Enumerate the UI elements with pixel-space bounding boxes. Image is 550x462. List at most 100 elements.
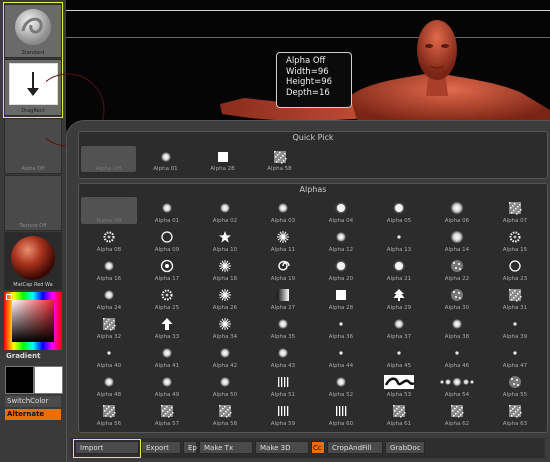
alpha-cell-alpha-12[interactable]: Alpha 12 [313, 226, 369, 253]
alpha-cell-alpha-59[interactable]: Alpha 59 [255, 400, 311, 427]
color-saturation-square[interactable] [12, 300, 54, 342]
export-button[interactable]: Export [141, 441, 181, 454]
alpha-cell-alpha-46[interactable]: Alpha 46 [429, 342, 485, 369]
matcap-material-button[interactable]: MatCap Red Wa [4, 232, 62, 290]
alpha-cell-alpha-40[interactable]: Alpha 40 [81, 342, 137, 369]
quick-pick-alpha-58[interactable]: Alpha 58 [252, 146, 307, 172]
spot-icon [334, 258, 348, 272]
secondary-color-swatch[interactable] [34, 366, 63, 394]
alpha-cell-alpha-61[interactable]: Alpha 61 [371, 400, 427, 427]
gear-icon [508, 229, 522, 243]
alpha-cell-alpha-45[interactable]: Alpha 45 [371, 342, 427, 369]
soft-icon [160, 200, 174, 214]
alpha-cell-alpha-35[interactable]: Alpha 35 [255, 313, 311, 340]
alpha-cell-alpha-50[interactable]: Alpha 50 [197, 371, 253, 398]
arrow-icon [160, 316, 174, 330]
alpha-palette: Quick Pick Alpha Off Alpha 01 Alpha 28 Alph… [66, 120, 550, 462]
alpha-cell-alpha-06[interactable]: Alpha 06 [429, 197, 485, 224]
alpha-cell-alpha-53[interactable]: Alpha 53 [371, 371, 427, 398]
alpha-cell-alpha-22[interactable]: Alpha 22 [429, 255, 485, 282]
alpha-cell-alpha-42[interactable]: Alpha 42 [197, 342, 253, 369]
alpha-cell-alpha-14[interactable]: Alpha 14 [429, 226, 485, 253]
alpha-cell-alpha-57[interactable]: Alpha 57 [139, 400, 195, 427]
alpha-cell-alpha-34[interactable]: Alpha 34 [197, 313, 253, 340]
alpha-cell-alpha-39[interactable]: Alpha 39 [487, 313, 543, 340]
alpha-cell-alpha-23[interactable]: Alpha 23 [487, 255, 543, 282]
alpha-cell-alpha-02[interactable]: Alpha 02 [197, 197, 253, 224]
grab-doc-button[interactable]: GrabDoc [385, 441, 425, 454]
alpha-label: Alpha 38 [444, 334, 470, 340]
quick-pick-alpha-off[interactable]: Alpha Off [81, 146, 136, 172]
alpha-cell-alpha-29[interactable]: Alpha 29 [371, 284, 427, 311]
alpha-cell-alpha-28[interactable]: Alpha 28 [313, 284, 369, 311]
alpha-cell-alpha-09[interactable]: Alpha 09 [139, 226, 195, 253]
quick-pick-alpha-28[interactable]: Alpha 28 [195, 146, 250, 172]
alpha-cell-alpha-01[interactable]: Alpha 01 [139, 197, 195, 224]
alpha-cell-alpha-24[interactable]: Alpha 24 [81, 284, 137, 311]
alpha-cell-alpha-38[interactable]: Alpha 38 [429, 313, 485, 340]
alpha-label: Alpha 17 [154, 276, 180, 282]
alpha-cell-alpha-41[interactable]: Alpha 41 [139, 342, 195, 369]
alpha-label: Alpha 34 [212, 334, 238, 340]
alpha-cell-alpha-56[interactable]: Alpha 56 [81, 400, 137, 427]
alpha-cell-alpha-04[interactable]: Alpha 04 [313, 197, 369, 224]
crop-and-fill-button[interactable]: CropAndFill [327, 441, 383, 454]
color-picker[interactable] [4, 292, 62, 350]
alternate-button[interactable]: Alternate [5, 409, 61, 420]
make-3d-button[interactable]: Make 3D [255, 441, 309, 454]
alpha-cell-alpha-44[interactable]: Alpha 44 [313, 342, 369, 369]
alpha-cell-alpha-43[interactable]: Alpha 43 [255, 342, 311, 369]
alpha-cell-alpha-48[interactable]: Alpha 48 [81, 371, 137, 398]
cc-toggle[interactable]: Cc [311, 441, 325, 454]
alpha-cell-alpha-36[interactable]: Alpha 36 [313, 313, 369, 340]
alpha-cell-alpha-62[interactable]: Alpha 62 [429, 400, 485, 427]
alpha-cell-alpha-37[interactable]: Alpha 37 [371, 313, 427, 340]
alpha-cell-alpha-30[interactable]: Alpha 30 [429, 284, 485, 311]
alpha-label: Alpha Off [95, 166, 122, 172]
alpha-cell-alpha-off[interactable]: Alpha Off [81, 197, 137, 224]
alpha-cell-alpha-17[interactable]: Alpha 17 [139, 255, 195, 282]
alpha-cell-alpha-47[interactable]: Alpha 47 [487, 342, 543, 369]
alpha-cell-alpha-60[interactable]: Alpha 60 [313, 400, 369, 427]
dot-icon [508, 345, 522, 359]
alpha-cell-alpha-15[interactable]: Alpha 15 [487, 226, 543, 253]
alphas-grid: Alpha Off Alpha 01 Alpha 02 Alpha 03 Alpha 0… [81, 197, 545, 429]
noise-icon [102, 403, 116, 418]
alpha-cell-alpha-21[interactable]: Alpha 21 [371, 255, 427, 282]
primary-color-swatch[interactable] [5, 366, 34, 394]
alpha-label: Alpha 48 [96, 392, 122, 398]
spot-icon [334, 200, 348, 214]
alpha-cell-alpha-13[interactable]: Alpha 13 [371, 226, 427, 253]
alpha-cell-alpha-08[interactable]: Alpha 08 [81, 226, 137, 253]
alpha-cell-alpha-18[interactable]: Alpha 18 [197, 255, 253, 282]
alpha-cell-alpha-55[interactable]: Alpha 55 [487, 371, 543, 398]
alpha-cell-alpha-58[interactable]: Alpha 58 [197, 400, 253, 427]
alpha-cell-alpha-52[interactable]: Alpha 52 [313, 371, 369, 398]
alpha-cell-alpha-19[interactable]: Alpha 19 [255, 255, 311, 282]
alpha-cell-alpha-16[interactable]: Alpha 16 [81, 255, 137, 282]
quick-pick-alpha-01[interactable]: Alpha 01 [138, 146, 193, 172]
alpha-cell-alpha-33[interactable]: Alpha 33 [139, 313, 195, 340]
alpha-label: Alpha Off [96, 218, 122, 224]
switchcolor-button[interactable]: SwitchColor [5, 396, 61, 407]
empty-icon [102, 149, 116, 163]
alpha-cell-alpha-03[interactable]: Alpha 03 [255, 197, 311, 224]
alpha-cell-alpha-54[interactable]: Alpha 54 [429, 371, 485, 398]
ep-button[interactable]: Ep [183, 441, 197, 454]
alpha-cell-alpha-11[interactable]: Alpha 11 [255, 226, 311, 253]
texture-off-button[interactable]: Texture Off [4, 175, 62, 231]
alpha-cell-alpha-27[interactable]: Alpha 27 [255, 284, 311, 311]
alpha-cell-alpha-25[interactable]: Alpha 25 [139, 284, 195, 311]
alpha-cell-alpha-51[interactable]: Alpha 51 [255, 371, 311, 398]
alpha-cell-alpha-49[interactable]: Alpha 49 [139, 371, 195, 398]
alpha-cell-alpha-32[interactable]: Alpha 32 [81, 313, 137, 340]
alpha-cell-alpha-07[interactable]: Alpha 07 [487, 197, 543, 224]
alpha-cell-alpha-10[interactable]: Alpha 10 [197, 226, 253, 253]
alpha-cell-alpha-63[interactable]: Alpha 63 [487, 400, 543, 427]
alpha-cell-alpha-31[interactable]: Alpha 31 [487, 284, 543, 311]
alpha-cell-alpha-26[interactable]: Alpha 26 [197, 284, 253, 311]
make-tx-button[interactable]: Make Tx [199, 441, 253, 454]
alpha-cell-alpha-20[interactable]: Alpha 20 [313, 255, 369, 282]
matcap-label: MatCap Red Wa [13, 282, 53, 288]
alpha-cell-alpha-05[interactable]: Alpha 05 [371, 197, 427, 224]
